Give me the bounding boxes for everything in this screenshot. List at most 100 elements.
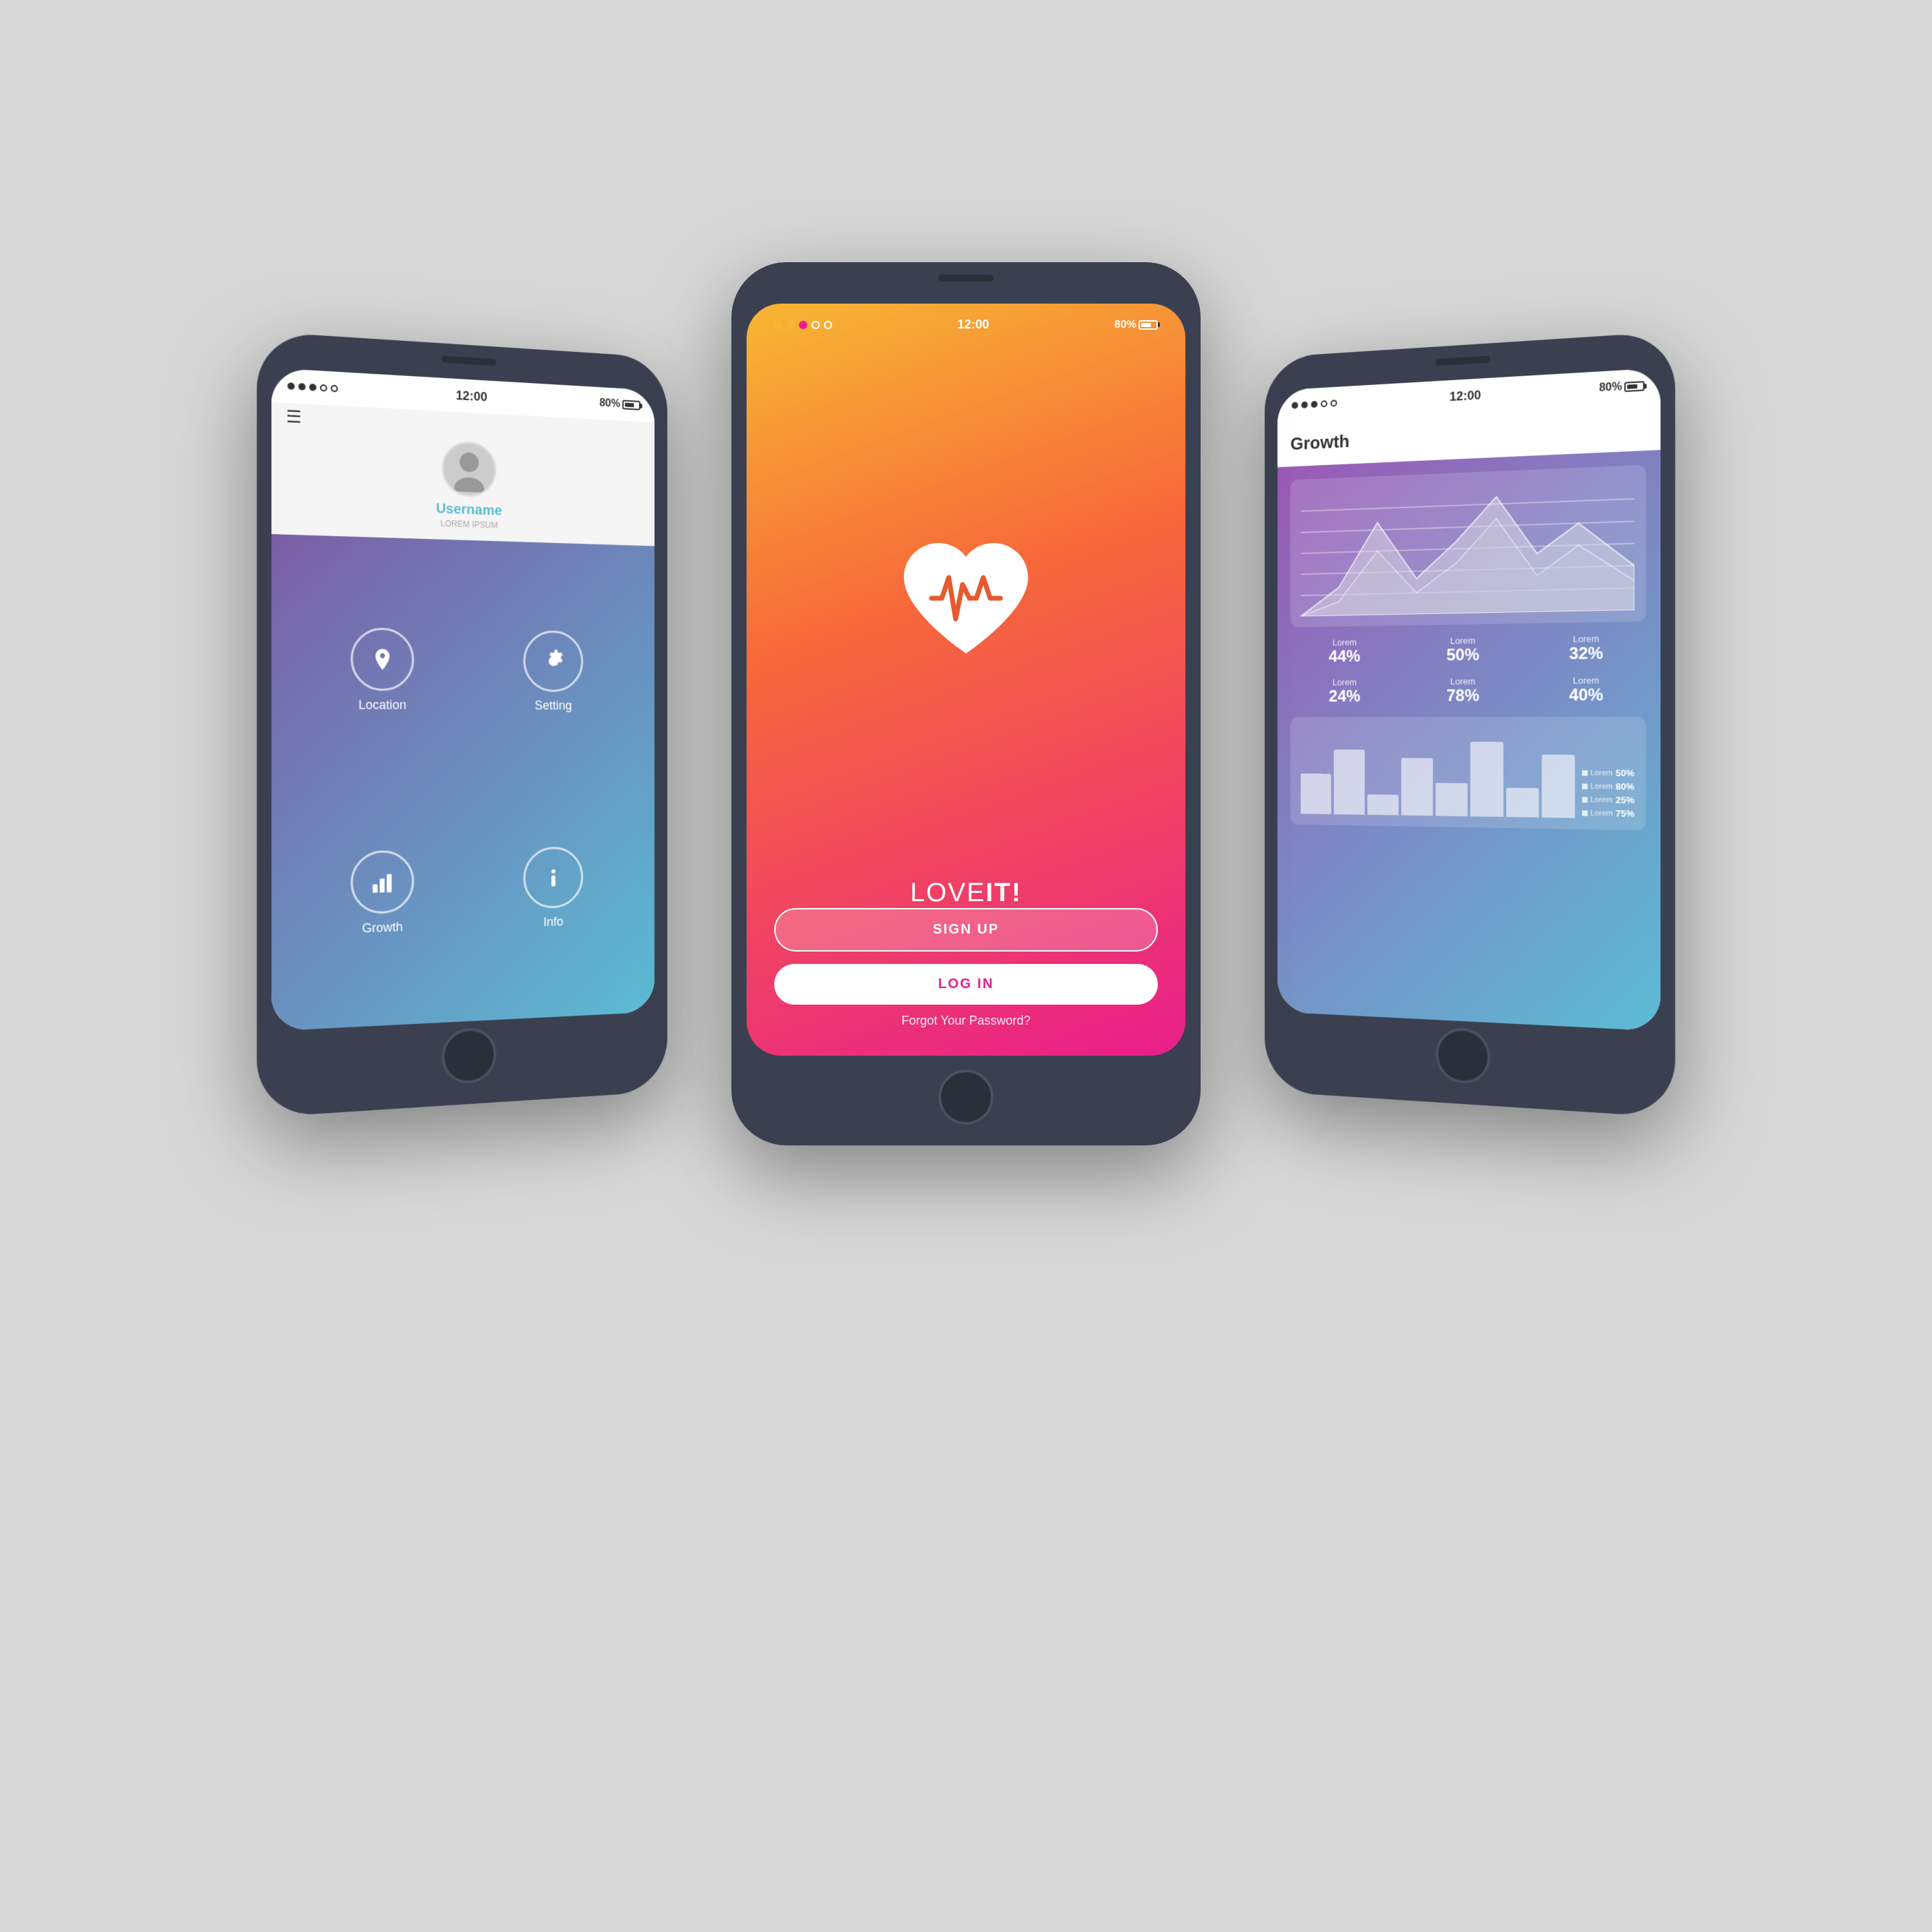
menu-item-setting[interactable]: Setting (469, 561, 635, 781)
stat-value-5: 40% (1527, 685, 1646, 705)
menu-item-info[interactable]: Info (469, 779, 635, 1000)
bar-6 (1470, 742, 1503, 817)
legend-row-1: Lorem 80% (1582, 781, 1635, 792)
cdot5 (824, 321, 832, 329)
legend-dot-3 (1582, 810, 1588, 816)
stat-label-1: Lorem (1406, 635, 1520, 647)
battery-pct-right: 80% (1599, 381, 1622, 395)
battery-fill-left (625, 403, 634, 408)
menu-grid: Location Setting (271, 534, 654, 1031)
home-btn-left[interactable] (442, 1027, 496, 1085)
forgot-password-link[interactable]: Forgot Your Password? (774, 1014, 1158, 1028)
stat-1: Lorem 50% (1406, 635, 1520, 666)
legend-row-3: Lorem 75% (1582, 807, 1635, 818)
battery-body-right (1624, 381, 1644, 392)
bar-8 (1541, 755, 1575, 818)
bar-5 (1436, 783, 1468, 817)
bar-1 (1301, 773, 1331, 814)
speaker-right (1436, 356, 1490, 366)
setting-label: Setting (535, 698, 572, 713)
stat-value-1: 50% (1406, 645, 1520, 666)
hamburger-menu[interactable]: ☰ (286, 408, 302, 426)
signal-dots-right (1292, 400, 1337, 408)
username-label: Username (436, 501, 502, 519)
battery-fill-center (1141, 323, 1151, 327)
username-subtitle: LOREM IPSUM (440, 519, 497, 531)
growth-label: Growth (362, 920, 403, 936)
bar-3 (1368, 794, 1399, 815)
legend-dot-0 (1582, 770, 1588, 776)
legend-val-3: 75% (1615, 808, 1634, 819)
bar-group (1301, 733, 1575, 818)
rdot3 (1311, 401, 1317, 408)
app-logo (890, 325, 1042, 878)
screen-right: 12:00 80% Growth (1277, 368, 1660, 1031)
speaker-left (442, 356, 496, 366)
info-label: Info (544, 915, 564, 930)
rdot5 (1330, 400, 1337, 406)
auth-buttons: SIGN UP LOG IN Forgot Your Password? (774, 908, 1158, 1028)
profile-header: ☰ Username LOREM IPSUM (271, 402, 654, 546)
stat-label-4: Lorem (1406, 676, 1520, 687)
location-label: Location (359, 698, 406, 713)
home-btn-center[interactable] (938, 1070, 994, 1125)
legend-val-2: 25% (1615, 795, 1634, 806)
dot3 (309, 384, 316, 391)
phone-right: 12:00 80% Growth (1265, 331, 1675, 1118)
legend-dot-2 (1582, 797, 1588, 802)
dot5 (331, 385, 337, 393)
stat-4: Lorem 78% (1406, 676, 1520, 706)
battery-body-center (1138, 320, 1158, 330)
battery-right: 80% (1599, 379, 1645, 395)
cdot1 (774, 321, 782, 329)
login-button[interactable]: LOG IN (774, 964, 1158, 1005)
signal-dots (288, 382, 338, 392)
stat-5: Lorem 40% (1527, 675, 1646, 706)
dot2 (298, 383, 305, 391)
stat-label-2: Lorem (1527, 633, 1646, 645)
rdot1 (1292, 402, 1298, 408)
center-signal (774, 321, 832, 329)
cdot4 (811, 321, 820, 329)
stat-value-0: 44% (1290, 647, 1399, 667)
stat-value-2: 32% (1527, 643, 1646, 664)
legend-row-0: Lorem 50% (1582, 767, 1635, 778)
screen-left: 12:00 80% ☰ (271, 368, 654, 1031)
stats-grid-2: Lorem 24% Lorem 78% Lorem 40% (1290, 675, 1646, 707)
cdot3 (799, 321, 807, 329)
rdot2 (1301, 402, 1308, 408)
brand-name: LOVEIT! (910, 878, 1022, 908)
stat-value-4: 78% (1406, 686, 1520, 706)
time-left: 12:00 (456, 388, 488, 404)
signup-button[interactable]: SIGN UP (774, 908, 1158, 952)
phone-left: 12:00 80% ☰ (257, 331, 667, 1118)
cdot2 (787, 321, 795, 329)
legend-row-2: Lorem 25% (1582, 794, 1635, 805)
menu-item-location[interactable]: Location (293, 556, 469, 782)
stat-label-5: Lorem (1527, 675, 1646, 687)
brand-bold: IT! (985, 878, 1021, 907)
stat-2: Lorem 32% (1527, 633, 1646, 664)
menu-item-growth[interactable]: Growth (293, 781, 469, 1009)
location-icon-circle (351, 627, 414, 691)
bar-7 (1506, 788, 1539, 818)
dot1 (288, 382, 295, 390)
legend-val-0: 50% (1615, 768, 1634, 779)
screen-center: 12:00 80% (747, 304, 1185, 1056)
stats-grid-1: Lorem 44% Lorem 50% Lorem 32% (1290, 633, 1646, 667)
battery-fill-right (1627, 384, 1637, 389)
info-icon-circle (523, 847, 583, 909)
home-btn-right[interactable] (1436, 1027, 1490, 1085)
settings-icon-circle (523, 630, 583, 692)
growth-body: Lorem 44% Lorem 50% Lorem 32% (1277, 450, 1660, 1031)
legend-key-3: Lorem (1590, 809, 1613, 818)
legend-key-2: Lorem (1590, 796, 1613, 805)
legend-val-1: 80% (1615, 781, 1634, 792)
legend-dot-1 (1582, 783, 1588, 789)
battery-left: 80% (600, 397, 640, 412)
stat-label-3: Lorem (1290, 677, 1399, 688)
dot4 (320, 384, 327, 392)
legend-key-1: Lorem (1590, 782, 1613, 791)
stat-3: Lorem 24% (1290, 677, 1399, 707)
battery-pct-left: 80% (600, 397, 620, 411)
